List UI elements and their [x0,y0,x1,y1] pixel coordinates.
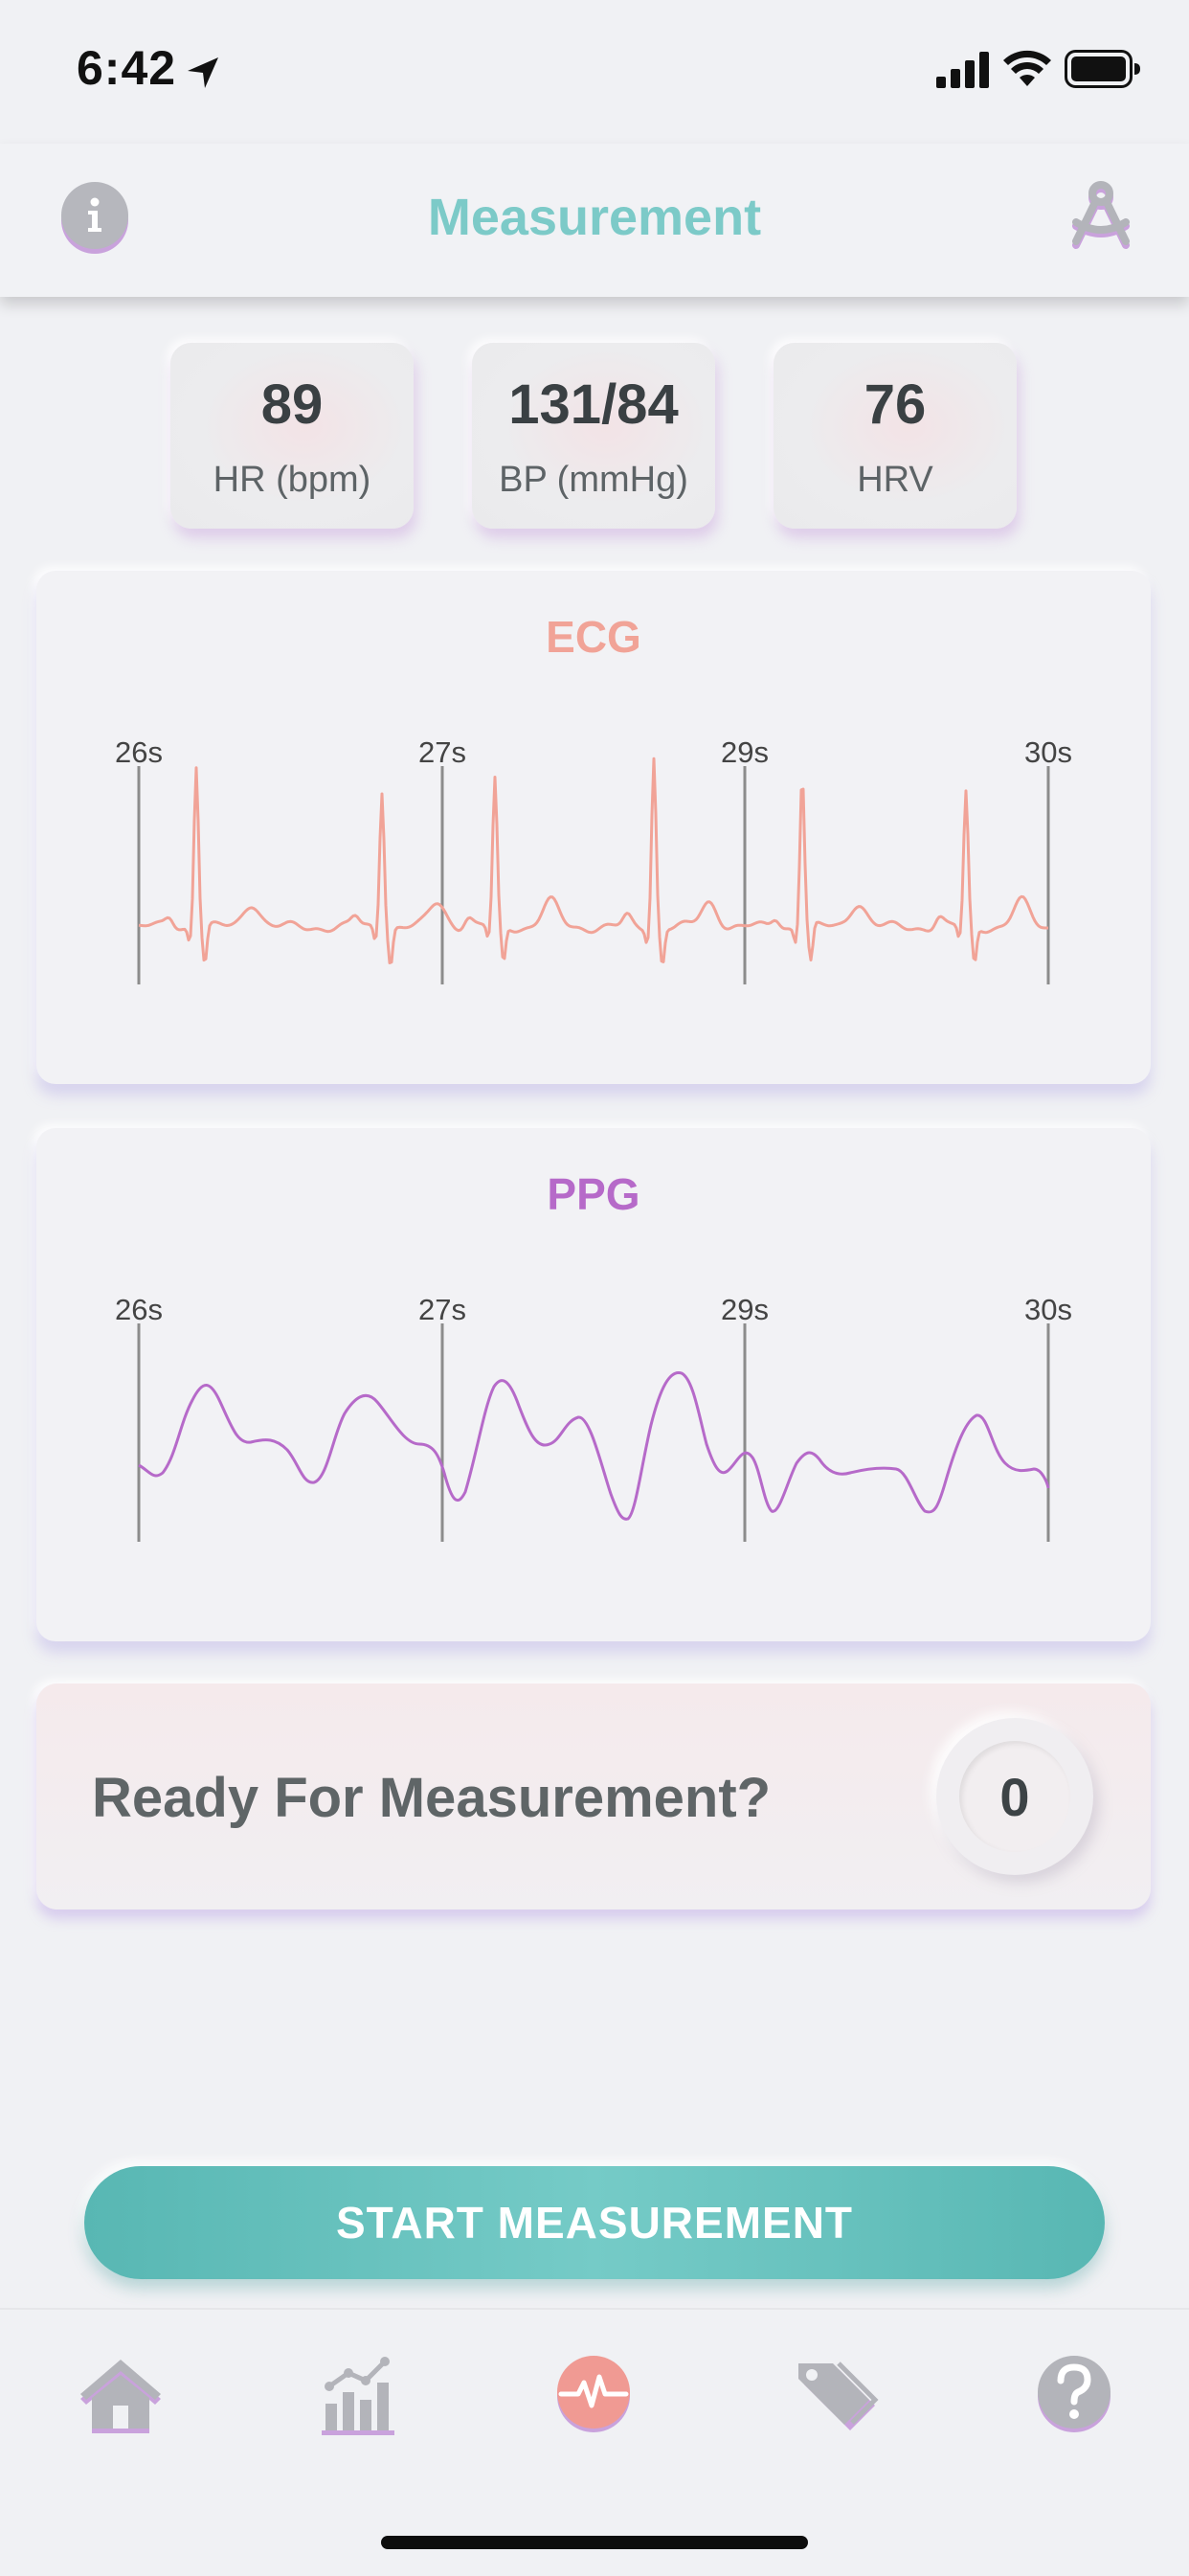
ecg-tick-label: 26s [115,735,163,769]
blood-pressure-value: 131/84 [508,373,679,436]
ppg-waveform [138,1370,1050,1521]
status-time: 6:42 [77,41,177,95]
battery-icon [1065,50,1140,88]
tags-icon[interactable] [789,2344,885,2440]
ecg-chart: 26s 27s 29s 30s [115,735,1072,984]
hrv-card: 76 HRV [774,343,1017,529]
ecg-chart-card: ECG 26s 27s 29s 30s [36,571,1151,1084]
drafting-compass-icon[interactable] [1063,178,1139,255]
location-arrow-icon [188,57,218,88]
heart-rate-card: 89 HR (bpm) [170,343,414,529]
ppg-tick-label: 29s [721,1293,769,1326]
cellular-signal-icon [936,52,989,88]
start-measurement-button[interactable]: START MEASUREMENT [84,2166,1105,2279]
countdown-value: 0 [959,1741,1070,1852]
heart-rate-label: HR (bpm) [213,460,371,500]
ppg-chart: 26s 27s 29s 30s [115,1293,1072,1542]
ecg-tick-label: 27s [418,735,466,769]
ready-status-text: Ready For Measurement? [92,1767,772,1829]
hrv-value: 76 [864,373,927,436]
wifi-icon [1003,50,1051,86]
ppg-tick-label: 30s [1024,1293,1072,1326]
blood-pressure-card: 131/84 BP (mmHg) [472,343,715,529]
ppg-chart-card: PPG 26s 27s 29s 30s [36,1128,1151,1641]
ready-status-card: Ready For Measurement? 0 [36,1683,1151,1909]
home-icon[interactable] [73,2344,168,2440]
home-indicator [381,2536,808,2549]
ecg-tick-label: 29s [721,735,769,769]
blood-pressure-label: BP (mmHg) [499,460,688,500]
heart-pulse-icon[interactable] [546,2344,641,2440]
countdown-ring: 0 [936,1718,1093,1875]
status-bar: 6:42 [0,0,1189,144]
ppg-tick-label: 26s [115,1293,163,1326]
page-title: Measurement [427,189,762,246]
help-icon[interactable] [1026,2344,1122,2440]
nav-header: Measurement [0,144,1189,297]
ppg-tick-label: 27s [418,1293,466,1326]
bar-chart-icon[interactable] [312,2344,408,2440]
ecg-tick-label: 30s [1024,735,1072,769]
heart-rate-value: 89 [260,373,324,436]
hrv-label: HRV [857,460,933,500]
ecg-waveform [138,757,1049,964]
